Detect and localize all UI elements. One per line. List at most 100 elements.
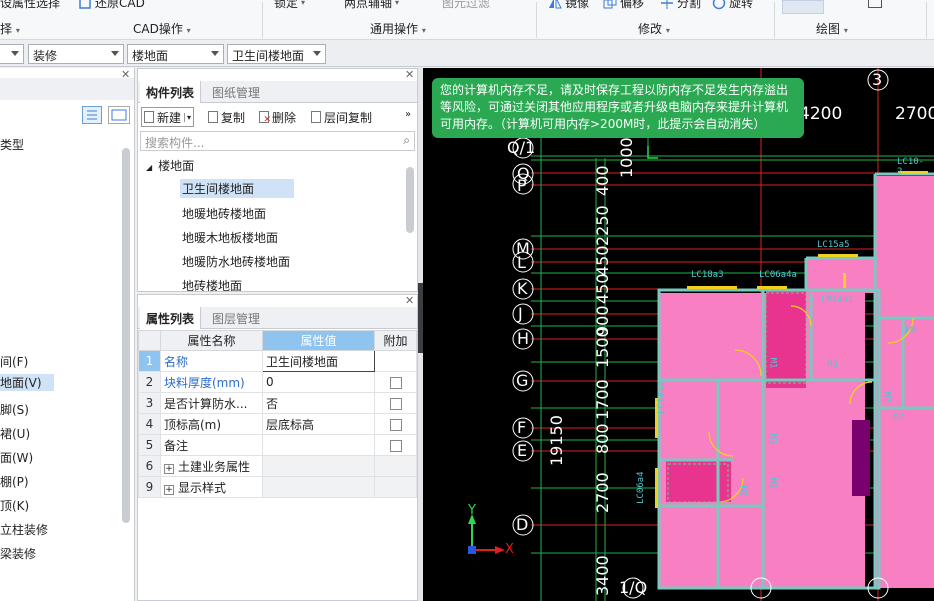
grip-edit-button[interactable]: 两点辅轴 ▾ xyxy=(344,0,399,11)
nav-item-ceiling[interactable]: 棚(P) xyxy=(0,473,29,490)
axis-label: F xyxy=(517,418,527,437)
axis-label: 3 xyxy=(872,70,883,89)
nav-item-dado[interactable]: 裙(U) xyxy=(0,425,30,442)
search-placeholder: 搜索构件... xyxy=(145,136,205,150)
nav-item-skirting[interactable]: 脚(S) xyxy=(0,401,29,418)
group-common-ops[interactable]: 通用操作 ▾ xyxy=(370,20,426,37)
table-row[interactable]: 2 块料厚度(mm) 0 xyxy=(138,371,417,393)
left-nav-panel: ✕ 类型 间(F) 地面(V) 脚(S) 裙(U) 面(W) 棚(P) 顶(K)… xyxy=(0,68,135,601)
cad-canvas[interactable]: Q/1 Q P M L K J H G F E D 1/Q 3 1000 225… xyxy=(423,68,934,601)
prop-value-input[interactable]: 层底标高 xyxy=(262,413,375,435)
prop-value-input[interactable]: 0 xyxy=(262,371,375,393)
search-input[interactable]: 搜索构件... ⌕ xyxy=(140,131,415,151)
table-row[interactable]: 5 备注 xyxy=(138,434,417,456)
prop-extra-cell xyxy=(374,392,417,414)
expand-icon[interactable]: + xyxy=(164,463,174,474)
group-draw[interactable]: 绘图 ▾ xyxy=(816,20,848,37)
dim-label: 1700 xyxy=(593,379,612,420)
attr-select-button[interactable]: 设属性选择 xyxy=(0,0,60,11)
tree-item[interactable]: 地砖楼地面 xyxy=(182,277,242,291)
extra-checkbox[interactable] xyxy=(389,418,402,431)
component-label: M1 xyxy=(767,433,778,445)
floor-copy-button[interactable]: 层间复制 xyxy=(311,107,372,127)
draw-shape-icon[interactable] xyxy=(868,0,882,8)
tree-item[interactable]: 地暖地砖楼地面 xyxy=(182,205,266,222)
nav-item-wall-face[interactable]: 面(W) xyxy=(0,449,33,466)
table-row[interactable]: 9 + 显示样式 xyxy=(138,476,417,498)
tree-item[interactable]: 地暖木地板楼地面 xyxy=(182,229,278,246)
chevron-down-icon: ▾ xyxy=(665,26,670,35)
tree-scrollbar[interactable] xyxy=(406,167,414,233)
nav-item-floor[interactable]: 地面(V) xyxy=(0,374,54,391)
chevron-down-icon: ▾ xyxy=(301,0,306,7)
table-row[interactable]: 6 + 土建业务属性 xyxy=(138,455,417,477)
table-row[interactable]: 3 是否计算防水... 否 xyxy=(138,392,417,414)
prop-value-input[interactable]: 否 xyxy=(262,392,375,414)
component-select[interactable]: 卫生间楼地面 xyxy=(227,44,326,64)
prop-extra-cell xyxy=(374,476,417,498)
col-extra-header: 附加 xyxy=(374,330,417,351)
copy-button[interactable]: 复制 xyxy=(208,107,245,127)
prop-extra-cell xyxy=(374,371,417,393)
expand-icon[interactable]: + xyxy=(164,484,174,495)
nav-item-roof[interactable]: 顶(K) xyxy=(0,497,29,514)
restore-cad-button[interactable]: 还原CAD xyxy=(78,0,145,11)
tab-property-list[interactable]: 属性列表 xyxy=(140,307,202,329)
delete-button[interactable]: ✕ 删除 xyxy=(259,107,296,127)
split-button[interactable]: 分割 xyxy=(660,0,701,11)
table-row[interactable]: 4 顶标高(m) 层底标高 xyxy=(138,413,417,435)
overflow-chevron-icon[interactable]: » xyxy=(405,109,411,120)
left-panel-scrollbar[interactable] xyxy=(122,148,130,523)
prop-name: 顶标高(m) xyxy=(160,413,263,435)
prop-value-input[interactable] xyxy=(262,434,375,456)
nav-item-column-finish[interactable]: 立柱装修 xyxy=(0,521,48,538)
prop-group-label: 土建业务属性 xyxy=(178,459,251,474)
search-icon[interactable]: ⌕ xyxy=(403,133,410,148)
extra-checkbox[interactable] xyxy=(389,439,402,452)
dim-label: 450 xyxy=(593,273,612,304)
group-modify[interactable]: 修改 ▾ xyxy=(638,20,670,37)
extra-checkbox[interactable] xyxy=(389,376,402,389)
row-num: 3 xyxy=(138,392,161,414)
category-select[interactable]: 装修 xyxy=(28,44,124,64)
mirror-button[interactable]: 镜像 xyxy=(548,0,589,11)
prop-value-cell xyxy=(262,455,375,477)
list-view-icon[interactable] xyxy=(82,106,102,124)
nav-item-beam-finish[interactable]: 梁装修 xyxy=(0,545,36,562)
tab-drawing-manage[interactable]: 图纸管理 xyxy=(206,81,266,103)
axis-label: J xyxy=(518,304,523,323)
table-header-row: 属性名称 属性值 附加 xyxy=(138,330,417,351)
chevron-down-icon: ▾ xyxy=(421,26,426,35)
extra-checkbox[interactable] xyxy=(389,397,402,410)
floor-select[interactable] xyxy=(0,44,24,64)
prop-name: 名称 xyxy=(160,350,263,372)
tree-item[interactable]: 地暖防水地砖楼地面 xyxy=(182,253,290,270)
close-icon[interactable]: ✕ xyxy=(405,295,414,307)
group-cad-ops[interactable]: CAD操作 ▾ xyxy=(133,20,191,37)
component-label: LC14a4 xyxy=(657,381,667,414)
offset-label: 偏移 xyxy=(620,0,645,10)
table-row[interactable]: 1 名称 卫生间楼地面 xyxy=(138,350,417,372)
properties-panel: ✕ 属性列表 图层管理 属性名称 属性值 附加 1 名称 卫生间楼地面 2 块料… xyxy=(137,294,418,601)
nav-item-type[interactable]: 类型 xyxy=(0,136,24,153)
tab-layer-manage[interactable]: 图层管理 xyxy=(206,307,266,329)
elem-filter-button[interactable]: 图元过滤 xyxy=(442,0,490,11)
dim-label: 400 xyxy=(593,165,612,196)
nav-item-room[interactable]: 间(F) xyxy=(0,353,28,370)
tab-component-list[interactable]: 构件列表 xyxy=(140,81,202,103)
tree-root[interactable]: ◢ 楼地面 xyxy=(146,157,194,174)
close-icon[interactable]: ✕ xyxy=(405,69,414,81)
prop-value-input[interactable]: 卫生间楼地面 xyxy=(262,350,375,372)
rotate-button[interactable]: 旋转 xyxy=(712,0,753,11)
dim-label: 19150 xyxy=(547,415,566,466)
tree-item[interactable]: 卫生间楼地面 xyxy=(180,179,294,198)
new-button[interactable]: 新建 ▾ xyxy=(141,107,195,127)
mirror-label: 镜像 xyxy=(565,0,590,10)
type-select[interactable]: 楼地面 xyxy=(127,44,224,64)
card-view-icon[interactable] xyxy=(108,106,130,124)
offset-button[interactable]: 偏移 xyxy=(603,0,644,11)
draw-preview-swatch[interactable] xyxy=(782,0,824,14)
group-partial[interactable]: 择 ▾ xyxy=(0,20,20,37)
lock-button[interactable]: 锁定 ▾ xyxy=(274,0,305,11)
collapse-icon[interactable]: ◢ xyxy=(146,163,152,172)
